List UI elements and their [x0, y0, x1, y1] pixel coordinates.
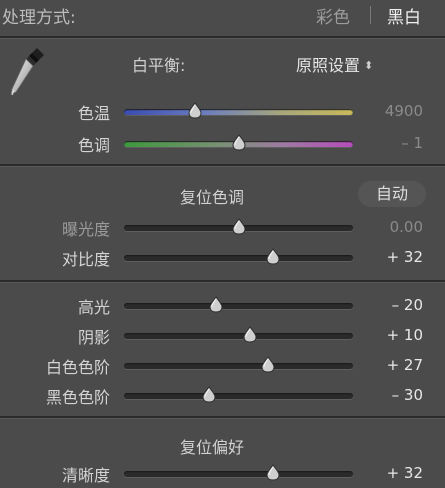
- treatment-color-option[interactable]: 彩色: [316, 3, 350, 28]
- temp-slider-thumb[interactable]: [187, 102, 203, 119]
- basic-panel: 处理方式: 彩色 黑白 白平衡: 原照设置 ⬍ 色温 4900 色调 – 1 复…: [0, 0, 445, 488]
- clarity-label: 清晰度: [61, 466, 110, 485]
- exposure-value[interactable]: 0.00: [365, 218, 423, 236]
- treatment-bw-option[interactable]: 黑白: [387, 3, 421, 28]
- tint-value[interactable]: – 1: [365, 134, 423, 152]
- reset-presence-button[interactable]: 复位偏好: [180, 434, 244, 458]
- whites-value[interactable]: + 27: [365, 356, 423, 374]
- contrast-slider-thumb[interactable]: [265, 248, 281, 265]
- contrast-slider[interactable]: [124, 248, 353, 265]
- section-divider: [0, 416, 445, 419]
- blacks-slider-thumb[interactable]: [201, 386, 217, 403]
- clarity-slider[interactable]: [124, 464, 353, 481]
- contrast-label: 对比度: [61, 250, 110, 269]
- shadows-label: 阴影: [77, 328, 110, 347]
- blacks-label: 黑色色阶: [45, 388, 110, 407]
- exposure-label: 曝光度: [61, 220, 110, 239]
- white-balance-label: 白平衡:: [132, 56, 186, 75]
- highlights-label: 高光: [77, 298, 110, 317]
- whites-slider[interactable]: [124, 356, 353, 373]
- whites-slider-thumb[interactable]: [260, 356, 276, 373]
- highlights-value[interactable]: – 20: [365, 296, 423, 314]
- section-divider: [0, 36, 445, 39]
- highlights-slider-thumb[interactable]: [208, 296, 224, 313]
- exposure-slider-thumb[interactable]: [231, 218, 247, 235]
- whites-label: 白色色阶: [45, 358, 110, 377]
- auto-button[interactable]: 自动: [358, 181, 426, 207]
- blacks-slider[interactable]: [124, 386, 353, 403]
- section-divider: [0, 164, 445, 167]
- shadows-value[interactable]: + 10: [365, 326, 423, 344]
- select-arrows-icon: ⬍: [364, 59, 374, 72]
- white-balance-select[interactable]: 原照设置 ⬍: [296, 52, 373, 76]
- clarity-slider-thumb[interactable]: [265, 464, 281, 481]
- reset-tone-button[interactable]: 复位色调: [180, 184, 244, 208]
- tint-slider-thumb[interactable]: [231, 134, 247, 151]
- exposure-slider[interactable]: [124, 218, 353, 235]
- eyedropper-icon[interactable]: [8, 44, 48, 100]
- treatment-separator: [370, 6, 371, 24]
- temp-label: 色温: [77, 104, 110, 123]
- blacks-value[interactable]: – 30: [365, 386, 423, 404]
- clarity-value[interactable]: + 32: [365, 464, 423, 482]
- contrast-value[interactable]: + 32: [365, 248, 423, 266]
- temp-slider[interactable]: [124, 102, 353, 119]
- shadows-slider-thumb[interactable]: [242, 326, 258, 343]
- section-divider: [0, 280, 445, 283]
- highlights-slider[interactable]: [124, 296, 353, 313]
- tint-label: 色调: [77, 136, 110, 155]
- shadows-slider[interactable]: [124, 326, 353, 343]
- white-balance-value: 原照设置: [296, 56, 361, 75]
- treatment-label: 处理方式:: [2, 8, 76, 28]
- tint-slider[interactable]: [124, 134, 353, 151]
- temp-value[interactable]: 4900: [365, 102, 423, 120]
